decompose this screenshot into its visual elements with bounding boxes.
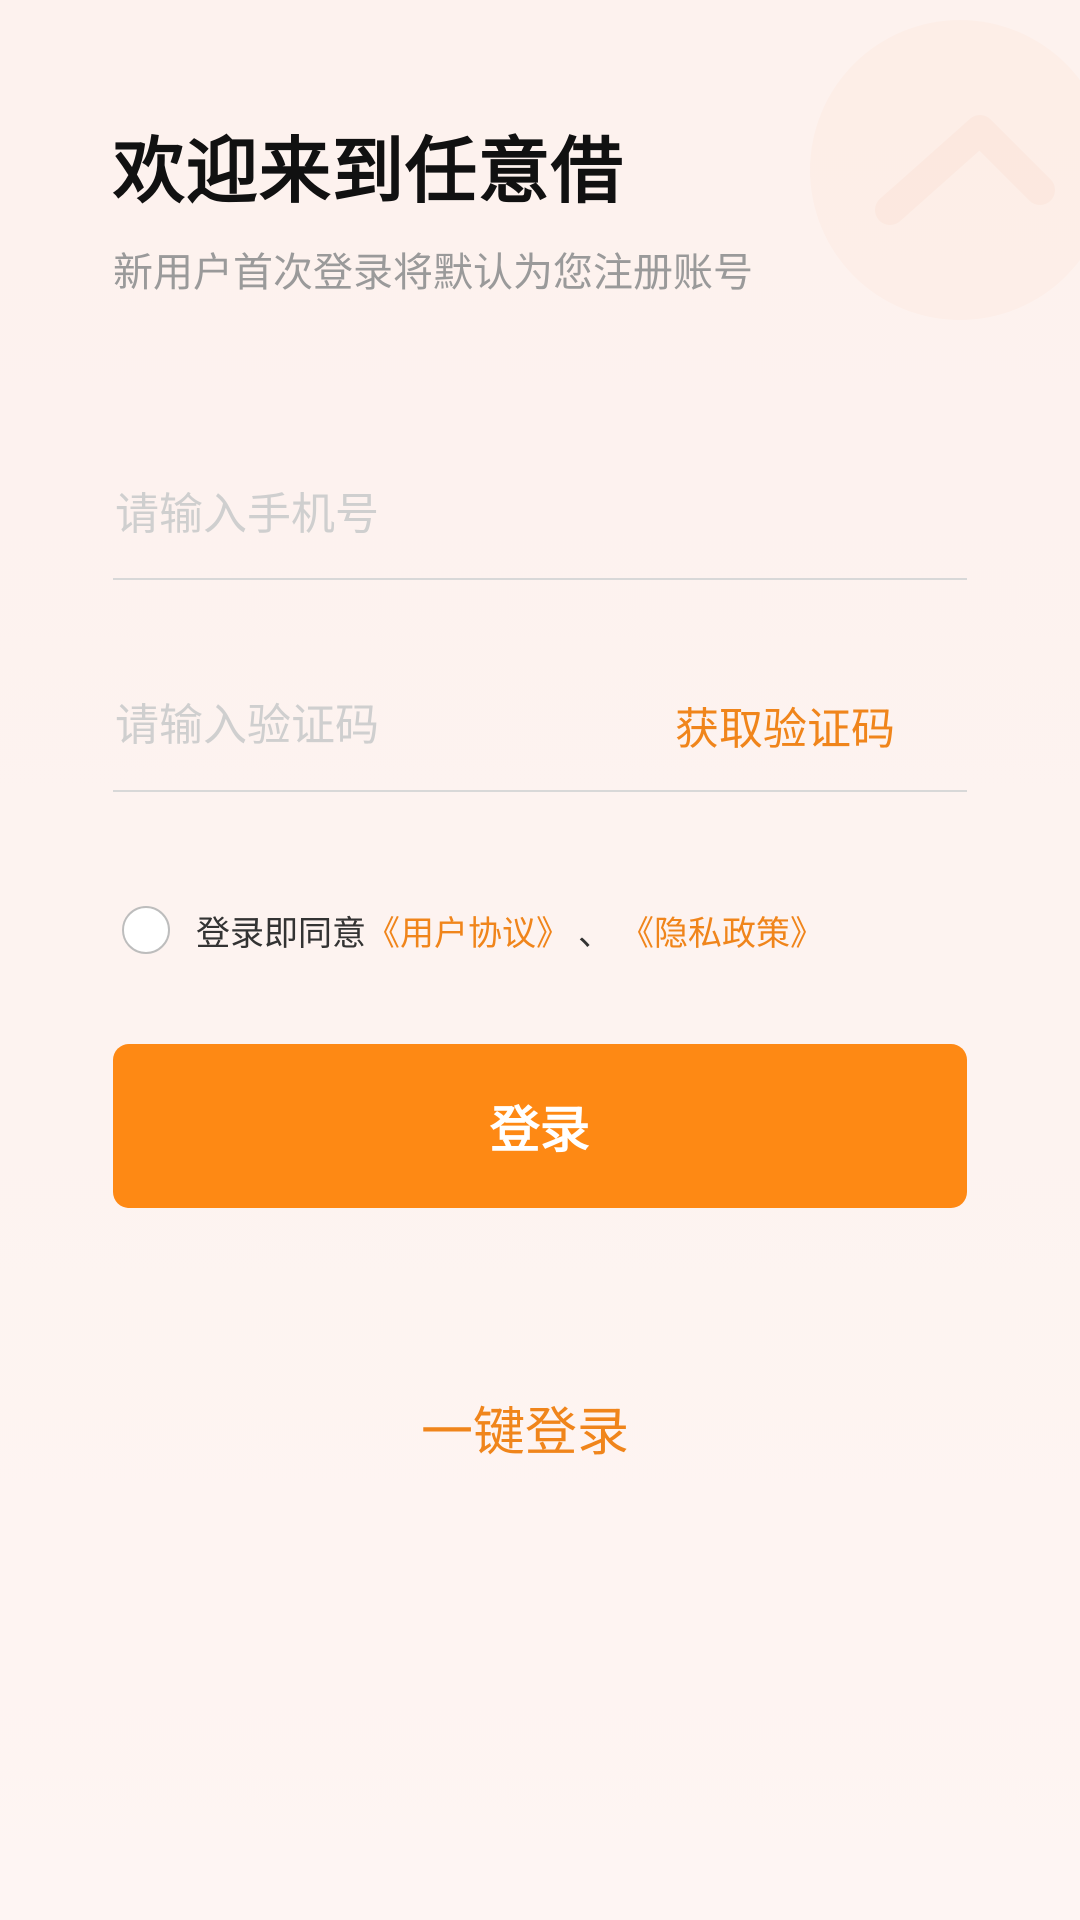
agreement-checkbox[interactable] — [122, 906, 170, 954]
get-code-button[interactable]: 获取验证码 — [675, 670, 895, 790]
user-agreement-link[interactable]: 《用户协议》 — [366, 906, 570, 955]
login-button[interactable]: 登录 — [113, 1044, 967, 1208]
logo-watermark-icon — [810, 20, 1080, 320]
page-subtitle: 新用户首次登录将默认为您注册账号 — [113, 250, 753, 296]
phone-input[interactable] — [113, 460, 967, 578]
page-title: 欢迎来到任意借 — [113, 129, 625, 213]
agreement-separator: 、 — [578, 913, 612, 954]
phone-field — [113, 460, 967, 580]
privacy-policy-link[interactable]: 《隐私政策》 — [620, 906, 824, 955]
one-key-login-button[interactable]: 一键登录 — [0, 1390, 1050, 1465]
verification-code-field: 获取验证码 — [113, 670, 967, 792]
agreement-prefix: 登录即同意 — [196, 913, 366, 954]
verification-code-input[interactable] — [113, 670, 633, 790]
agreement-row: 登录即同意 《用户协议》 、 《隐私政策》 — [122, 905, 824, 955]
